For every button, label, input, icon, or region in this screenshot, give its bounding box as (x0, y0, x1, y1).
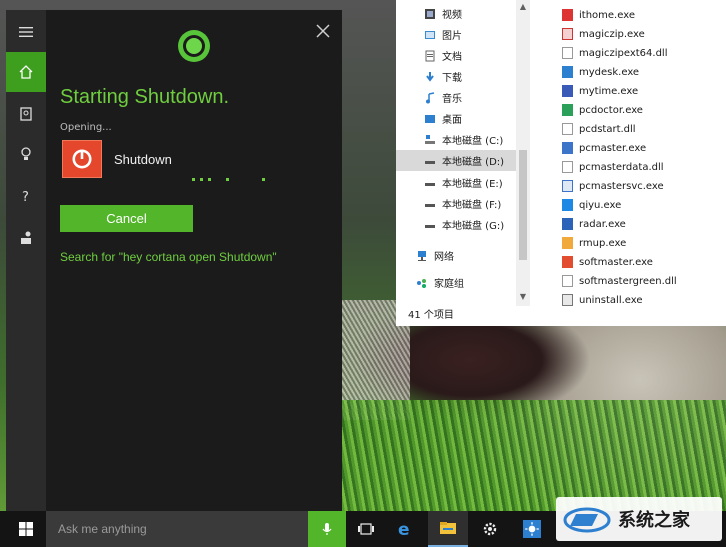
pictures-folder-icon (424, 29, 436, 41)
scroll-up-icon[interactable]: ▲ (518, 2, 528, 12)
documents-folder-icon (424, 50, 436, 62)
drive-icon (424, 198, 436, 210)
notebook-icon[interactable] (6, 94, 46, 134)
cancel-button[interactable]: Cancel (60, 205, 193, 232)
mydesk-app-icon (562, 66, 573, 78)
cortana-panel: ? Starting Shutdown. Opening... Shutdown… (6, 10, 342, 515)
softmaster-app-icon (562, 256, 573, 268)
nav-item-drive-f[interactable]: 本地磁盘 (F:) (396, 193, 524, 214)
cortana-orb-icon (178, 30, 210, 62)
dll-file-icon (562, 275, 573, 287)
magiczip-app-icon (562, 28, 573, 40)
list-item[interactable]: pcdstart.dll (562, 120, 726, 138)
scrollbar-thumb[interactable] (519, 150, 527, 260)
nav-item-desktop[interactable]: 桌面 (396, 108, 524, 129)
list-item[interactable]: softmaster.exe (562, 253, 726, 271)
list-item[interactable]: pcmastersvc.exe (562, 177, 726, 195)
radar-app-icon (562, 218, 573, 230)
drive-icon (424, 177, 436, 189)
progress-dots (192, 178, 272, 184)
close-icon[interactable] (312, 20, 334, 42)
downloads-folder-icon (424, 71, 436, 83)
list-item[interactable]: softmastergreen.dll (562, 272, 726, 290)
list-item[interactable]: pcmasterdata.dll (562, 158, 726, 176)
cortana-search-input[interactable]: Ask me anything (46, 511, 308, 547)
list-item[interactable]: magiczipext64.dll (562, 44, 726, 62)
nav-scrollbar[interactable]: ▲ ▼ (516, 0, 530, 306)
uninstall-app-icon (562, 294, 573, 306)
list-item[interactable]: pcmaster.exe (562, 139, 726, 157)
file-explorer-window: 视频 图片 文档 下载 音乐 桌面 本地磁盘 (C:) 本地磁盘 (D:) 本地… (396, 0, 726, 326)
navigation-pane: 视频 图片 文档 下载 音乐 桌面 本地磁盘 (C:) 本地磁盘 (D:) 本地… (396, 0, 534, 306)
shutdown-app-icon[interactable] (62, 140, 102, 178)
list-item[interactable]: rmup.exe (562, 234, 726, 252)
nav-item-documents[interactable]: 文档 (396, 45, 524, 66)
watermark-logo-icon (563, 507, 611, 533)
windows-drive-icon (424, 134, 436, 146)
svg-text:?: ? (22, 190, 29, 204)
video-folder-icon (424, 8, 436, 20)
site-watermark: 系统之家 (556, 497, 722, 541)
hamburger-menu-icon[interactable] (6, 12, 46, 52)
microphone-icon[interactable] (308, 511, 346, 547)
nav-item-pictures[interactable]: 图片 (396, 24, 524, 45)
list-item[interactable]: mytime.exe (562, 82, 726, 100)
home-icon[interactable] (6, 52, 46, 92)
network-icon (416, 250, 428, 262)
nav-item-music[interactable]: 音乐 (396, 87, 524, 108)
music-folder-icon (424, 91, 436, 104)
lightbulb-icon[interactable] (6, 134, 46, 174)
list-item[interactable]: radar.exe (562, 215, 726, 233)
nav-item-drive-d[interactable]: 本地磁盘 (D:) (396, 150, 524, 171)
svg-text:e: e (398, 520, 410, 538)
nav-item-homegroup[interactable]: 家庭组 (396, 272, 524, 293)
nav-item-downloads[interactable]: 下载 (396, 66, 524, 87)
wallpaper-grass (342, 400, 726, 512)
help-icon[interactable]: ? (6, 176, 46, 216)
status-bar: 41 个项目 (408, 310, 454, 321)
weather-app-icon[interactable] (512, 511, 552, 547)
status-heading: Starting Shutdown. (60, 86, 229, 108)
pcmaster-app-icon (562, 142, 573, 154)
drive-icon (424, 155, 436, 167)
dll-file-icon (562, 47, 573, 59)
dll-file-icon (562, 123, 573, 135)
watermark-text: 系统之家 (618, 510, 690, 530)
file-explorer-icon[interactable] (428, 511, 468, 547)
mytime-app-icon (562, 85, 573, 97)
homegroup-icon (416, 277, 428, 289)
list-item[interactable]: qiyu.exe (562, 196, 726, 214)
pcdoctor-app-icon (562, 104, 573, 116)
desktop-folder-icon (424, 113, 436, 125)
list-item[interactable]: pcdoctor.exe (562, 101, 726, 119)
nav-item-drive-g[interactable]: 本地磁盘 (G:) (396, 214, 524, 235)
nav-item-videos[interactable]: 视频 (396, 3, 524, 24)
list-item[interactable]: mydesk.exe (562, 63, 726, 81)
edge-icon[interactable]: e (386, 511, 426, 547)
opening-label: Opening... (60, 122, 112, 133)
drive-icon (424, 219, 436, 231)
nav-item-network[interactable]: 网络 (396, 245, 524, 266)
rmup-app-icon (562, 237, 573, 249)
nav-item-drive-c[interactable]: 本地磁盘 (C:) (396, 129, 524, 150)
dll-file-icon (562, 161, 573, 173)
list-item[interactable]: magiczip.exe (562, 25, 726, 43)
task-view-icon[interactable] (346, 511, 386, 547)
feedback-icon[interactable] (6, 218, 46, 258)
settings-icon[interactable] (470, 511, 510, 547)
cortana-nav-rail: ? (6, 10, 46, 515)
windows-start-icon[interactable] (6, 511, 46, 547)
nav-item-drive-e[interactable]: 本地磁盘 (E:) (396, 172, 524, 193)
scroll-down-icon[interactable]: ▼ (518, 292, 528, 302)
list-item[interactable]: ithome.exe (562, 6, 726, 24)
pcmastersvc-app-icon (562, 180, 573, 192)
app-name[interactable]: Shutdown (114, 152, 172, 167)
qiyu-app-icon (562, 199, 573, 211)
search-suggestion-link[interactable]: Search for "hey cortana open Shutdown" (60, 250, 277, 264)
ithome-app-icon (562, 9, 573, 21)
